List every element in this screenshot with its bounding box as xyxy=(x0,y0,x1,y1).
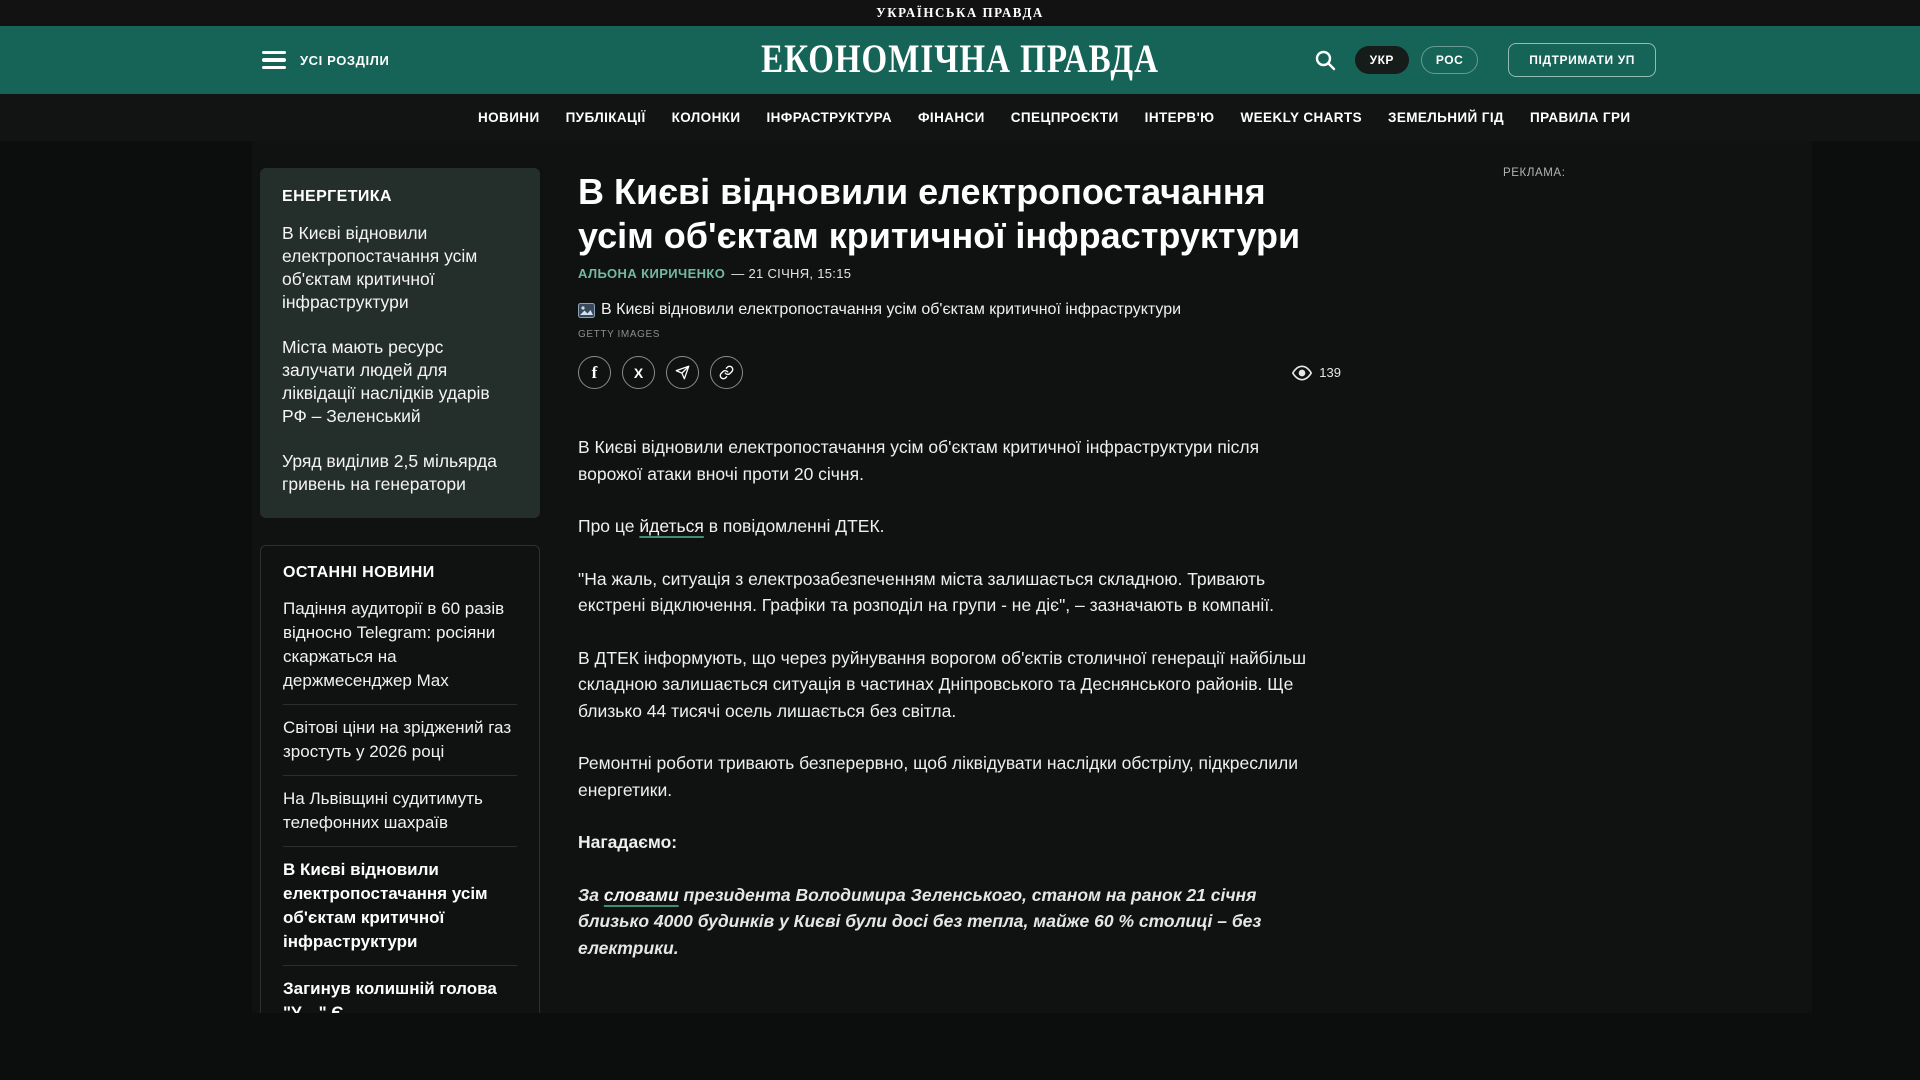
nav-item-novyny[interactable]: НОВИНИ xyxy=(478,110,540,125)
byline: АЛЬОНА КИРИЧЕНКО — 21 СІЧНЯ, 15:15 xyxy=(578,266,1341,281)
publish-date: — 21 СІЧНЯ, 15:15 xyxy=(731,266,851,281)
share-x-button[interactable]: X xyxy=(622,356,655,389)
image-credit: GETTY IMAGES xyxy=(578,329,1341,340)
nav-item-zemelnyi-hid[interactable]: ЗЕМЕЛЬНИЙ ГІД xyxy=(1388,110,1504,125)
views-counter: 139 xyxy=(1292,363,1341,383)
nav-item-infrastruktura[interactable]: ІНФРАСТРУКТУРА xyxy=(766,110,892,125)
lang-toggle-ukr[interactable]: УКР xyxy=(1355,46,1409,74)
article-paragraph: В ДТЕК інформують, що через руйнування в… xyxy=(578,645,1323,725)
header-controls: УКР РОС ПІДТРИМАТИ УП xyxy=(1313,43,1656,77)
topic-article-link[interactable]: Міста мають ресурс залучати людей для лі… xyxy=(282,336,518,428)
share-row: f X 139 xyxy=(578,356,1341,389)
article-body: В Києві відновили електропостачання усім… xyxy=(578,434,1341,961)
share-facebook-button[interactable]: f xyxy=(578,356,611,389)
inline-link[interactable]: словами xyxy=(604,885,679,905)
author-link[interactable]: АЛЬОНА КИРИЧЕНКО xyxy=(578,266,725,281)
topic-box-title: ЕНЕРГЕТИКА xyxy=(282,188,518,206)
article-paragraph-background: За словами президента Володимира Зеленсь… xyxy=(578,882,1323,962)
nav-item-weekly-charts[interactable]: WEEKLY CHARTS xyxy=(1241,110,1362,125)
ukrainska-pravda-logo[interactable]: УКРАЇНСЬКА ПРАВДА xyxy=(876,5,1044,22)
nav-item-publikatsii[interactable]: ПУБЛІКАЦІЇ xyxy=(566,110,646,125)
latest-news-link[interactable]: Світові ціни на зріджений газ зростуть у… xyxy=(283,704,517,775)
facebook-icon: f xyxy=(592,363,598,383)
nav-item-interviu[interactable]: ІНТЕРВ'Ю xyxy=(1145,110,1215,125)
article-figure: В Києві відновили електропостачання усім… xyxy=(578,301,1341,319)
nav-item-spetsproekty[interactable]: СПЕЦПРОЄКТИ xyxy=(1011,110,1119,125)
topic-article-link[interactable]: В Києві відновили електропостачання усім… xyxy=(282,222,518,314)
latest-news-link[interactable]: Падіння аудиторії в 60 разів відносно Te… xyxy=(283,586,517,704)
views-count: 139 xyxy=(1319,365,1341,380)
page-bottom-strip xyxy=(0,1013,1920,1080)
link-icon xyxy=(719,365,734,380)
share-telegram-button[interactable] xyxy=(666,356,699,389)
energy-topic-box: ЕНЕРГЕТИКА В Києві відновили електропост… xyxy=(260,168,540,518)
ad-label: РЕКЛАМА: xyxy=(1503,167,1566,179)
latest-news-box: ОСТАННІ НОВИНИ Падіння аудиторії в 60 ра… xyxy=(260,545,540,1013)
article-paragraph: Ремонтні роботи тривають безперервно, що… xyxy=(578,750,1323,803)
site-header: УСІ РОЗДІЛИ ЕКОНОМІЧНА ПРАВДА УКР РОС ПІ… xyxy=(0,26,1920,94)
sidebar: ЕНЕРГЕТИКА В Києві відновили електропост… xyxy=(260,168,540,1013)
page-content: ЕНЕРГЕТИКА В Києві відновили електропост… xyxy=(0,141,1920,1013)
eye-icon xyxy=(1292,363,1312,383)
article-paragraph: В Києві відновили електропостачання усім… xyxy=(578,434,1323,487)
article-title: В Києві відновили електропостачання усім… xyxy=(578,170,1341,258)
image-alt-text: В Києві відновили електропостачання усім… xyxy=(601,301,1181,319)
search-icon xyxy=(1313,48,1337,72)
nav-item-finansy[interactable]: ФІНАНСИ xyxy=(918,110,985,125)
lang-toggle-ros[interactable]: РОС xyxy=(1421,46,1478,74)
article: В Києві відновили електропостачання усім… xyxy=(578,141,1341,987)
nav-item-kolonky[interactable]: КОЛОНКИ xyxy=(672,110,741,125)
copy-link-button[interactable] xyxy=(710,356,743,389)
article-paragraph-remind: Нагадаємо: xyxy=(578,829,1323,856)
search-button[interactable] xyxy=(1313,48,1337,72)
broken-image-icon xyxy=(578,303,595,318)
support-up-button[interactable]: ПІДТРИМАТИ УП xyxy=(1508,43,1656,77)
article-paragraph: "На жаль, ситуація з електрозабезпечення… xyxy=(578,566,1323,619)
latest-news-link[interactable]: Загинув колишній голова "У…" Є… xyxy=(283,965,517,1013)
top-brand-bar: УКРАЇНСЬКА ПРАВДА xyxy=(0,0,1920,26)
x-twitter-icon: X xyxy=(634,365,643,381)
article-paragraph: Про це йдеться в повідомленні ДТЕК. xyxy=(578,513,1323,540)
latest-news-link-current[interactable]: В Києві відновили електропостачання усім… xyxy=(283,846,517,965)
topic-article-link[interactable]: Уряд виділив 2,5 мільярда гривень на ген… xyxy=(282,450,518,496)
telegram-icon xyxy=(675,365,690,380)
main-navigation: НОВИНИ ПУБЛІКАЦІЇ КОЛОНКИ ІНФРАСТРУКТУРА… xyxy=(0,94,1920,141)
inline-link[interactable]: йдеться xyxy=(639,516,704,536)
latest-news-link[interactable]: На Львівщині судитимуть телефонних шахра… xyxy=(283,775,517,846)
nav-item-pravyla-hry[interactable]: ПРАВИЛА ГРИ xyxy=(1530,110,1630,125)
latest-box-title: ОСТАННІ НОВИНИ xyxy=(283,564,517,582)
